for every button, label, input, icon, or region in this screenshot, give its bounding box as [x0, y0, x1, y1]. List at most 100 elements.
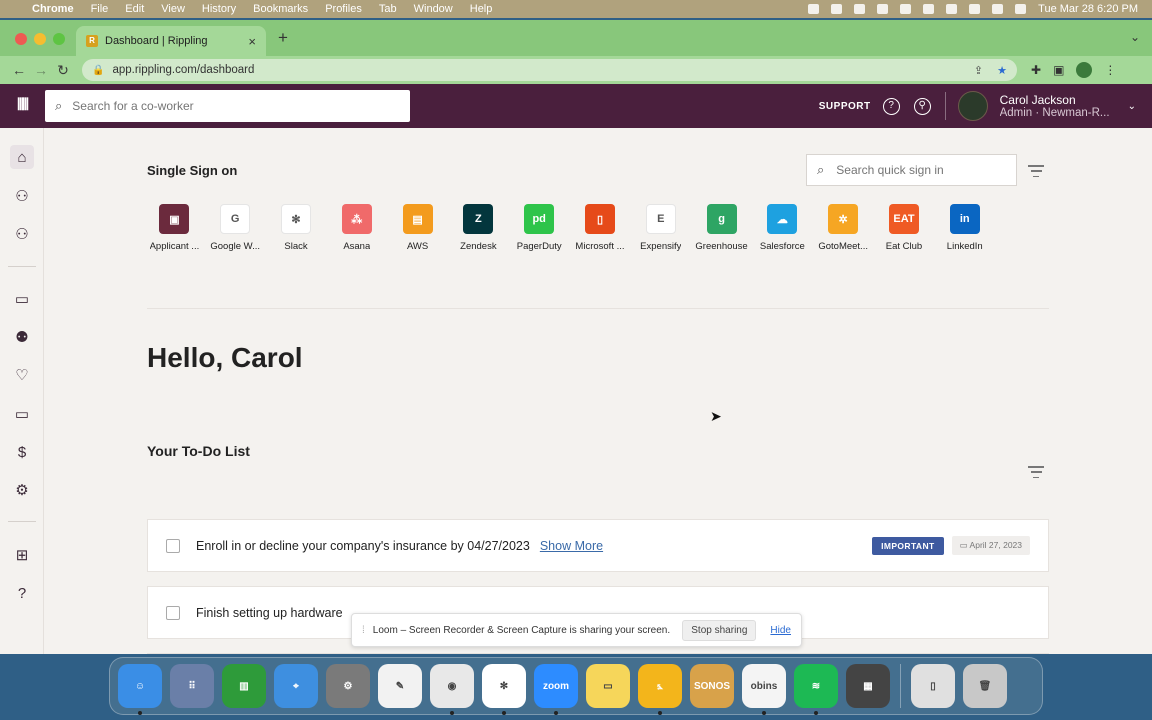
url-text[interactable]: app.rippling.com/dashboard [112, 64, 254, 76]
extensions-icon[interactable]: ✚ [1031, 63, 1041, 77]
minimize-window-button[interactable] [34, 33, 46, 45]
home-icon[interactable]: ⌂ [10, 145, 34, 169]
sso-app[interactable]: ✲ GotoMeet... [813, 204, 874, 252]
dock-pages-icon[interactable]: ✎ [378, 664, 422, 708]
todo-item[interactable] [147, 653, 1049, 654]
close-window-button[interactable] [15, 33, 27, 45]
sso-app[interactable]: EAT Eat Club [874, 204, 935, 252]
dock-system-preferences-icon[interactable]: ⚙ [326, 664, 370, 708]
reload-icon[interactable]: ↻ [52, 62, 74, 79]
sso-app[interactable]: G Google W... [205, 204, 266, 252]
status-icon[interactable] [854, 4, 866, 14]
dock-finder-icon[interactable]: ☺ [118, 664, 162, 715]
forward-icon[interactable]: → [30, 62, 52, 78]
dock-numbers-icon[interactable]: ▥ [222, 664, 266, 708]
sso-app[interactable]: ▤ AWS [387, 204, 448, 252]
dock-obins-icon[interactable]: obins [742, 664, 786, 715]
sso-app[interactable]: ⁂ Asana [326, 204, 387, 252]
sso-app[interactable]: Z Zendesk [448, 204, 509, 252]
status-icon[interactable] [831, 4, 843, 14]
menubar-clock[interactable]: Tue Mar 28 6:20 PM [1038, 3, 1138, 15]
filter-icon[interactable] [1028, 466, 1044, 478]
dock-trash-icon[interactable]: 🗑 [963, 664, 1007, 708]
dollar-icon[interactable]: $ [10, 440, 34, 464]
zoom-window-button[interactable] [53, 33, 65, 45]
briefcase-icon[interactable]: ▭ [10, 287, 34, 311]
menu-chrome[interactable]: Chrome [32, 3, 74, 15]
spotlight-icon[interactable] [992, 4, 1004, 14]
dock-launchpad-icon[interactable]: ⠿ [170, 664, 214, 708]
dock-notes-icon[interactable]: ▭ [586, 664, 630, 708]
app-logo-icon[interactable]: g [706, 204, 737, 234]
heart-icon[interactable]: ♡ [10, 363, 34, 387]
wifi-icon[interactable] [969, 4, 981, 14]
profile-avatar-icon[interactable] [1076, 62, 1093, 78]
new-tab-icon[interactable]: + [278, 28, 288, 48]
bookmark-star-icon[interactable]: ★ [997, 64, 1007, 77]
rippling-logo[interactable]: ⦀⦀ [0, 97, 44, 115]
menu-help[interactable]: Help [470, 3, 493, 15]
dock-safari-icon[interactable]: ⌖ [274, 664, 318, 708]
show-more-link[interactable]: Show More [540, 539, 603, 553]
dock-spotify-icon[interactable]: ≋ [794, 664, 838, 715]
bluetooth-icon[interactable] [923, 4, 935, 14]
app-logo-icon[interactable]: ▯ [584, 204, 615, 234]
sso-app[interactable]: E Expensify [630, 204, 691, 252]
add-person-icon[interactable]: ⚇ [10, 184, 34, 208]
app-logo-icon[interactable]: pd [524, 204, 555, 234]
quick-signin-input[interactable] [836, 163, 997, 177]
tab-dashboard[interactable]: R Dashboard | Rippling × [76, 26, 266, 56]
dock-slack-icon[interactable]: ✻ [482, 664, 526, 715]
quick-signin-search[interactable]: ⌕ [806, 154, 1017, 186]
remove-person-icon[interactable]: ⚇ [10, 222, 34, 246]
back-icon[interactable]: ← [8, 62, 30, 78]
drag-handle-icon[interactable]: ⁞ [362, 625, 365, 636]
todo-checkbox[interactable] [166, 538, 180, 553]
tab-search-chevron-icon[interactable]: ⌄ [1130, 30, 1140, 44]
menu-file[interactable]: File [91, 3, 109, 15]
hide-link[interactable]: Hide [770, 625, 791, 636]
app-logo-icon[interactable]: ✲ [828, 204, 859, 234]
menu-bookmarks[interactable]: Bookmarks [253, 3, 308, 15]
sso-app[interactable]: ☁ Salesforce [752, 204, 813, 252]
headphones-icon[interactable] [877, 4, 889, 14]
control-center-icon[interactable] [1015, 4, 1027, 14]
people-icon[interactable]: ⚉ [10, 325, 34, 349]
chrome-menu-icon[interactable]: ⋮ [1104, 63, 1116, 77]
battery-icon[interactable] [946, 4, 958, 14]
todo-checkbox[interactable] [166, 605, 180, 620]
menu-view[interactable]: View [161, 3, 185, 15]
menu-profiles[interactable]: Profiles [325, 3, 362, 15]
app-logo-icon[interactable]: G [220, 204, 251, 234]
dock-chrome-icon[interactable]: ◉ [430, 664, 474, 715]
app-logo-icon[interactable]: ⁂ [341, 204, 372, 234]
sidebar-icon[interactable]: ▣ [1053, 63, 1064, 77]
todo-item[interactable]: Enroll in or decline your company's insu… [147, 519, 1049, 572]
help-icon[interactable]: ? [10, 581, 34, 605]
sso-app[interactable]: ✻ Slack [266, 204, 327, 252]
address-bar[interactable]: 🔒 app.rippling.com/dashboard ⇪ ★ [82, 59, 1017, 81]
filter-icon[interactable] [1028, 165, 1044, 177]
close-tab-icon[interactable]: × [248, 34, 256, 49]
user-menu[interactable]: Carol Jackson Admin · Newman-R... [1000, 93, 1122, 119]
menu-edit[interactable]: Edit [125, 3, 144, 15]
share-icon[interactable]: ⇪ [974, 64, 983, 77]
sso-app[interactable]: ▯ Microsoft ... [570, 204, 631, 252]
dock-rippling-icon[interactable]: ⦩ [638, 664, 682, 715]
sso-app[interactable]: in LinkedIn [934, 204, 995, 252]
coworker-search[interactable]: ⌕ [45, 90, 410, 122]
laptop-icon[interactable]: ▭ [10, 402, 34, 426]
support-link[interactable]: SUPPORT [819, 101, 871, 112]
help-icon[interactable]: ? [882, 97, 900, 115]
avatar[interactable] [957, 91, 988, 121]
play-icon[interactable] [900, 4, 912, 14]
coworker-search-input[interactable] [72, 99, 373, 113]
dock-sonos-icon[interactable]: SONOS [690, 664, 734, 708]
app-logo-icon[interactable]: ✻ [280, 204, 311, 234]
accessibility-icon[interactable]: ⚲ [913, 97, 931, 115]
status-icon[interactable] [808, 4, 820, 14]
app-logo-icon[interactable]: ☁ [767, 204, 798, 234]
dock-zoom-icon[interactable]: zoom [534, 664, 578, 715]
sso-app[interactable]: pd PagerDuty [509, 204, 570, 252]
app-logo-icon[interactable]: Z [463, 204, 494, 234]
